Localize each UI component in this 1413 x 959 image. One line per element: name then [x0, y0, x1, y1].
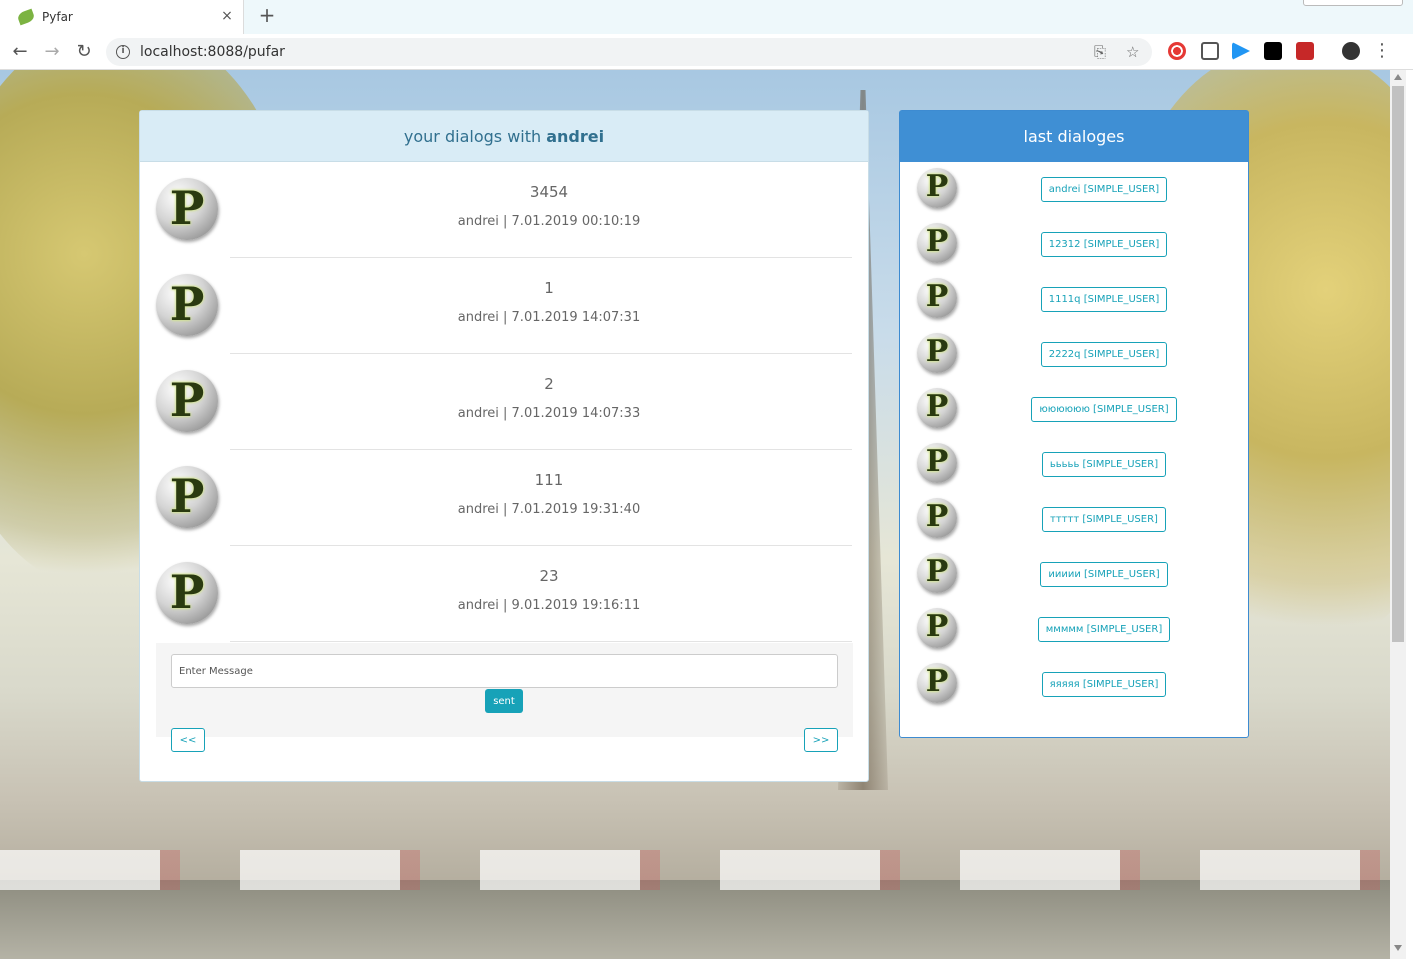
scroll-down-icon[interactable]: [1394, 945, 1402, 951]
avatar: P: [917, 278, 957, 318]
dialog-user-button[interactable]: andrei [SIMPLE_USER]: [1040, 177, 1168, 202]
dialog-user-button[interactable]: 12312 [SIMPLE_USER]: [1040, 232, 1168, 257]
page-scrollbar[interactable]: [1390, 70, 1406, 959]
avatar: P: [917, 663, 957, 703]
message-meta: andrei | 7.01.2019 19:31:40: [457, 502, 641, 517]
dialog-list-item: P 1111q [SIMPLE_USER]: [900, 272, 1248, 327]
profile-avatar[interactable]: [1342, 42, 1360, 60]
back-button[interactable]: ←: [9, 41, 31, 63]
avatar: P: [156, 370, 218, 432]
dialog-user-button[interactable]: яяяяя [SIMPLE_USER]: [1041, 672, 1167, 697]
browser-toolbar: ← → ↻ i localhost:8088/pufar ⎘ ☆ ⋮: [0, 34, 1413, 70]
tab-strip: Pyfar × +: [0, 0, 1413, 34]
dialogs-panel: your dialogs with andrei P 3454 andrei |…: [139, 110, 869, 782]
send-extension-icon[interactable]: [1232, 42, 1250, 60]
avatar: P: [156, 178, 218, 240]
dialog-list-item: Pммммм [SIMPLE_USER]: [900, 602, 1248, 657]
dialog-user-button[interactable]: ттттт [SIMPLE_USER]: [1042, 507, 1166, 532]
tab-pyfar[interactable]: Pyfar ×: [0, 0, 244, 34]
dialog-list-item: Pюююююю [SIMPLE_USER]: [900, 382, 1248, 437]
leaf-icon: [16, 8, 36, 26]
new-tab-button[interactable]: +: [256, 5, 278, 27]
scroll-thumb[interactable]: [1392, 86, 1404, 642]
close-icon[interactable]: ×: [219, 8, 235, 24]
dialog-user-button[interactable]: ььььь [SIMPLE_USER]: [1041, 452, 1167, 477]
divider: [230, 641, 852, 642]
dialog-user-button[interactable]: 1111q [SIMPLE_USER]: [1040, 287, 1168, 312]
scroll-up-icon[interactable]: [1394, 74, 1402, 80]
message-text: 3454: [529, 183, 569, 201]
message-meta: andrei | 7.01.2019 14:07:33: [457, 406, 641, 421]
last-dialoges-panel: last dialoges Pandrei [SIMPLE_USER] P 1231…: [899, 110, 1249, 738]
dialog-list-item: Pььььь [SIMPLE_USER]: [900, 437, 1248, 492]
prev-page-button[interactable]: <<: [171, 728, 205, 752]
avatar: P: [156, 274, 218, 336]
dialog-list-item: Pттттт [SIMPLE_USER]: [900, 492, 1248, 547]
background-boats: [0, 850, 1390, 890]
last-dialoges-header: last dialoges: [900, 111, 1248, 162]
dialog-user-button[interactable]: юююююю [SIMPLE_USER]: [1031, 397, 1177, 422]
avatar: P: [917, 168, 957, 208]
avatar: P: [917, 223, 957, 263]
dialogs-header: your dialogs with andrei: [140, 111, 868, 162]
message-meta: andrei | 9.01.2019 19:16:11: [457, 598, 641, 613]
extension-counter-icon[interactable]: [1201, 42, 1219, 60]
message-text: 2: [544, 375, 554, 393]
dialog-list-item: Pandrei [SIMPLE_USER]: [900, 162, 1248, 217]
dialog-user-button[interactable]: ммммм [SIMPLE_USER]: [1037, 617, 1171, 642]
next-page-button[interactable]: >>: [804, 728, 838, 752]
avatar: P: [917, 498, 957, 538]
dialogs-header-user: andrei: [546, 127, 605, 146]
target-extension-icon[interactable]: [1168, 42, 1186, 60]
avatar: P: [156, 562, 218, 624]
message-item: P 23 andrei | 9.01.2019 19:16:11: [140, 546, 868, 642]
pdf-extension-icon[interactable]: [1296, 42, 1314, 60]
page-viewport: your dialogs with andrei P 3454 andrei |…: [0, 70, 1390, 959]
message-text: 111: [534, 471, 564, 489]
forward-button[interactable]: →: [41, 41, 63, 63]
tab-title: Pyfar: [42, 10, 73, 24]
url-text: localhost:8088/pufar: [140, 44, 285, 60]
avatar: P: [917, 388, 957, 428]
dialog-list-item: Pиииии [SIMPLE_USER]: [900, 547, 1248, 602]
dialog-list-item: Pяяяяя [SIMPLE_USER]: [900, 657, 1248, 712]
avatar: P: [917, 443, 957, 483]
dialog-list-item: P 2222q [SIMPLE_USER]: [900, 327, 1248, 382]
message-text: 1: [544, 279, 554, 297]
message-composer: sent << >>: [156, 643, 853, 752]
info-icon[interactable]: i: [116, 45, 130, 59]
reload-button[interactable]: ↻: [73, 41, 95, 63]
send-button[interactable]: sent: [485, 689, 523, 713]
dialog-user-button[interactable]: 2222q [SIMPLE_USER]: [1040, 342, 1168, 367]
message-meta: andrei | 7.01.2019 14:07:31: [457, 310, 641, 325]
message-meta: andrei | 7.01.2019 00:10:19: [457, 214, 641, 229]
dialog-list-item: P 12312 [SIMPLE_USER]: [900, 217, 1248, 272]
dialogs-header-prefix: your dialogs with: [403, 127, 547, 146]
message-item: P 1 andrei | 7.01.2019 14:07:31: [140, 258, 868, 354]
message-input[interactable]: [171, 654, 838, 688]
background-river: [0, 880, 1390, 959]
avatar: P: [917, 333, 957, 373]
address-bar[interactable]: i localhost:8088/pufar ⎘ ☆: [106, 38, 1152, 66]
message-item: P 111 andrei | 7.01.2019 19:31:40: [140, 450, 868, 546]
menu-icon[interactable]: ⋮: [1373, 40, 1391, 61]
window-controls[interactable]: [1303, 0, 1403, 6]
star-icon[interactable]: ☆: [1126, 43, 1139, 61]
last-dialoges-list: Pandrei [SIMPLE_USER] P 12312 [SIMPLE_USER…: [900, 162, 1248, 712]
avatar: P: [917, 608, 957, 648]
message-item: P 2 andrei | 7.01.2019 14:07:33: [140, 354, 868, 450]
dialog-user-button[interactable]: иииии [SIMPLE_USER]: [1040, 562, 1168, 587]
avatar: P: [917, 553, 957, 593]
avatar: P: [156, 466, 218, 528]
message-text: 23: [539, 567, 559, 585]
translate-icon[interactable]: ⎘: [1094, 43, 1106, 61]
message-item: P 3454 andrei | 7.01.2019 00:10:19: [140, 162, 868, 258]
jetbrains-extension-icon[interactable]: [1264, 42, 1282, 60]
